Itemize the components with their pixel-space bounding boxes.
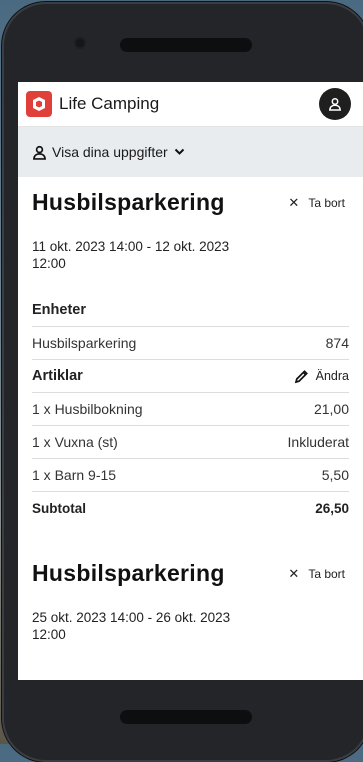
units-heading: Enheter — [32, 302, 86, 318]
remove-label: Ta bort — [308, 195, 345, 210]
unit-value: 874 — [325, 335, 349, 351]
account-details-toggle[interactable]: Visa dina uppgifter — [18, 127, 363, 177]
user-menu-button[interactable] — [319, 88, 351, 120]
person-icon — [33, 145, 46, 160]
booking-dates: 11 okt. 2023 14:00 - 12 okt. 2023 12:00 — [32, 239, 230, 271]
pencil-icon — [294, 369, 308, 383]
article-value: 5,50 — [321, 467, 349, 483]
article-row: 1 x Husbilbokning 21,00 — [32, 393, 349, 426]
speaker-grille — [120, 38, 252, 52]
app-header: Life Camping — [18, 82, 363, 127]
subtotal-label: Subtotal — [32, 500, 86, 516]
front-camera — [76, 39, 84, 47]
article-value: 21,00 — [313, 401, 349, 417]
article-name: 1 x Vuxna (st) — [32, 434, 118, 450]
account-details-label: Visa dina uppgifter — [52, 144, 168, 160]
booking-title: Husbilsparkering — [32, 189, 225, 215]
app-screen: Life Camping Visa dina uppgifter Husbils… — [18, 82, 363, 680]
remove-booking-button[interactable]: ✕ Ta bort — [288, 195, 349, 211]
articles-heading: Artiklar — [32, 368, 83, 384]
chevron-down-icon — [174, 148, 184, 155]
articles-header: Artiklar Ändra — [32, 360, 349, 393]
subtotal-value: 26,50 — [315, 500, 349, 516]
article-name: 1 x Husbilbokning — [32, 401, 143, 417]
article-value: Inkluderat — [287, 434, 349, 450]
life-camping-logo-icon[interactable] — [26, 91, 52, 117]
edit-articles-button[interactable]: Ändra — [294, 369, 349, 384]
home-indicator — [120, 710, 252, 724]
remove-label: Ta bort — [308, 566, 345, 581]
booking-header: Husbilsparkering ✕ Ta bort — [32, 560, 349, 587]
booking-title: Husbilsparkering — [32, 560, 225, 586]
booking-list: Husbilsparkering ✕ Ta bort 11 okt. 2023 … — [18, 189, 363, 643]
close-icon: ✕ — [288, 565, 300, 581]
article-name: 1 x Barn 9-15 — [32, 467, 117, 483]
unit-name: Husbilsparkering — [32, 335, 137, 351]
edit-label: Ändra — [315, 369, 349, 383]
units-header: Enheter — [32, 294, 349, 327]
remove-booking-button[interactable]: ✕ Ta bort — [288, 566, 349, 582]
booking-dates: 25 okt. 2023 14:00 - 26 okt. 2023 12:00 — [32, 610, 231, 642]
article-row: 1 x Barn 9-15 5,50 — [32, 459, 349, 492]
user-icon — [329, 98, 341, 111]
subtotal-row: Subtotal 26,50 — [32, 492, 349, 524]
booking-header: Husbilsparkering ✕ Ta bort — [32, 189, 349, 216]
unit-row: Husbilsparkering 874 — [32, 327, 349, 360]
article-row: 1 x Vuxna (st) Inkluderat — [32, 426, 349, 459]
app-title[interactable]: Life Camping — [59, 94, 159, 114]
close-icon: ✕ — [288, 194, 300, 210]
